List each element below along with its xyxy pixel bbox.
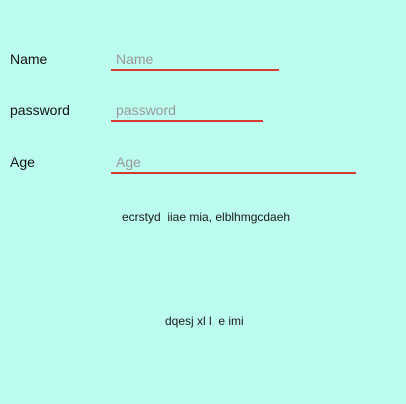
info-text-2: dqesj xl l e imi: [165, 314, 244, 328]
password-label: password: [10, 102, 70, 118]
name-input[interactable]: [111, 49, 279, 71]
name-label: Name: [10, 51, 48, 67]
age-input[interactable]: [111, 152, 356, 174]
password-input[interactable]: [111, 100, 263, 122]
info-text-1: ecrstyd iiae mia, elblhmgcdaeh: [122, 210, 291, 224]
age-label: Age: [10, 154, 35, 170]
